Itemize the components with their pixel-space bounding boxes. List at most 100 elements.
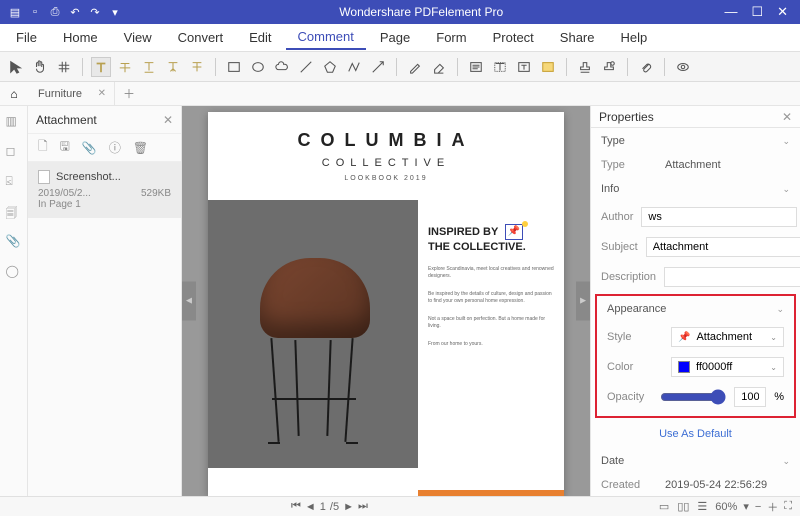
two-page-view-icon[interactable]: ▯▯ [677,500,689,513]
note-tool[interactable] [466,57,486,77]
attach-info-icon[interactable]: ⓘ [109,139,121,156]
menu-help[interactable]: Help [609,26,660,49]
replace-text-tool[interactable] [187,57,207,77]
attachment-annotation-icon[interactable]: 📌 [505,224,523,240]
menu-comment[interactable]: Comment [286,25,366,50]
save-icon[interactable]: ▫ [28,5,42,19]
properties-close-icon[interactable]: ✕ [782,110,792,124]
continuous-view-icon[interactable]: ☰ [697,500,707,513]
zoom-value[interactable]: 60% [715,501,737,513]
undo-icon[interactable]: ↶ [68,5,82,19]
prev-page-arrow[interactable]: ◄ [182,282,196,321]
document-tab[interactable]: Furniture ✕ [28,82,115,105]
panel-close-icon[interactable]: ✕ [163,113,173,127]
eraser-tool[interactable] [429,57,449,77]
connected-lines-tool[interactable] [344,57,364,77]
strikethrough-tool[interactable] [115,57,135,77]
attachments-icon[interactable]: 📎 [6,234,22,250]
close-button[interactable]: ✕ [777,4,788,20]
hand-tool[interactable] [30,57,50,77]
zoom-out-icon[interactable]: − [755,501,761,513]
section-date-header[interactable]: Date⌄ [591,448,800,474]
oval-tool[interactable] [248,57,268,77]
menu-file[interactable]: File [4,26,49,49]
attachment-tool[interactable] [636,57,656,77]
caret-tool[interactable] [163,57,183,77]
attach-add-icon[interactable]: 🗋 [38,137,48,158]
attach-save-icon[interactable]: 🖫 [60,137,70,158]
minimize-button[interactable]: ― [724,4,737,20]
menu-share[interactable]: Share [548,26,607,49]
next-page-icon[interactable]: ► [343,501,354,513]
appearance-section: Appearance⌄ Style 📌 Attachment ⌄ Color f… [595,294,796,418]
search-icon[interactable]: ◯ [6,264,22,280]
attachment-item[interactable]: Screenshot... 2019/05/2... 529KB In Page… [28,162,181,218]
text-box-tool[interactable] [514,57,534,77]
title-bar: ▤ ▫ ⎙ ↶ ↷ ▾ Wondershare PDFelement Pro ―… [0,0,800,24]
menu-convert[interactable]: Convert [166,26,236,49]
thumbnails-icon[interactable]: ▥ [6,114,22,130]
section-type-header[interactable]: Type⌄ [591,128,800,154]
qat-dropdown-icon[interactable]: ▾ [108,5,122,19]
attach-link-icon[interactable]: 📎 [82,141,97,155]
attachment-name-row: Screenshot... [38,170,171,184]
polygon-tool[interactable] [320,57,340,77]
tab-label: Furniture [38,88,82,100]
last-page-icon[interactable]: ⏭ [358,500,368,513]
area-highlight-tool[interactable] [538,57,558,77]
hero-image [208,200,418,468]
edit-tool[interactable] [54,57,74,77]
opacity-input[interactable] [734,387,766,407]
section-appearance-header[interactable]: Appearance⌄ [597,296,794,322]
menu-protect[interactable]: Protect [481,26,546,49]
redo-icon[interactable]: ↷ [88,5,102,19]
custom-stamp-tool[interactable] [599,57,619,77]
document-canvas[interactable]: ◄ ► COLUMBIA COLLECTIVE LOOKBOOK 2019 [182,106,590,496]
select-tool[interactable] [6,57,26,77]
menu-home[interactable]: Home [51,26,110,49]
rectangle-tool[interactable] [224,57,244,77]
color-select[interactable]: ff0000ff ⌄ [671,357,784,377]
single-page-view-icon[interactable]: ▭ [659,500,669,513]
menu-bar: File Home View Convert Edit Comment Page… [0,24,800,52]
author-input[interactable] [641,207,797,227]
menu-view[interactable]: View [112,26,164,49]
bookmarks-icon[interactable]: ◻ [6,144,22,160]
next-page-arrow[interactable]: ► [576,282,590,321]
typewriter-tool[interactable] [490,57,510,77]
zoom-dropdown-icon[interactable]: ▾ [743,500,749,513]
line-tool[interactable] [296,57,316,77]
section-info-header[interactable]: Info⌄ [591,176,800,202]
first-page-icon[interactable]: ⏮ [291,500,301,513]
fullscreen-icon[interactable]: ⛶ [784,500,792,513]
separator [215,58,216,76]
style-select[interactable]: 📌 Attachment ⌄ [671,327,784,347]
tab-close-icon[interactable]: ✕ [98,88,106,99]
hide-annotations-tool[interactable] [673,57,693,77]
bookmark-ribbon-icon[interactable]: ⍃ [6,174,22,190]
page-current[interactable]: 1 [320,501,326,513]
annotations-icon[interactable]: 🗐 [6,204,22,220]
arrow-tool[interactable] [368,57,388,77]
tab-home[interactable]: ⌂ [0,87,28,101]
zoom-in-icon[interactable]: ＋ [767,499,778,515]
cloud-tool[interactable] [272,57,292,77]
subject-input[interactable] [646,237,800,257]
underline-tool[interactable] [139,57,159,77]
menu-form[interactable]: Form [424,26,478,49]
maximize-button[interactable]: ☐ [751,4,763,20]
opacity-slider[interactable] [660,389,726,405]
description-input[interactable] [664,267,800,287]
add-tab-button[interactable]: ＋ [115,85,143,102]
stamp-tool[interactable] [575,57,595,77]
highlight-text-tool[interactable] [91,57,111,77]
print-icon[interactable]: ⎙ [48,5,62,19]
attachment-toolbar: 🗋 🖫 📎 ⓘ 🗑 [28,134,181,162]
prev-page-icon[interactable]: ◄ [305,501,316,513]
use-as-default-link[interactable]: Use As Default [591,420,800,448]
menu-edit[interactable]: Edit [237,26,283,49]
menu-page[interactable]: Page [368,26,422,49]
attach-delete-icon[interactable]: 🗑 [133,141,148,155]
opacity-unit: % [774,391,784,403]
pencil-tool[interactable] [405,57,425,77]
